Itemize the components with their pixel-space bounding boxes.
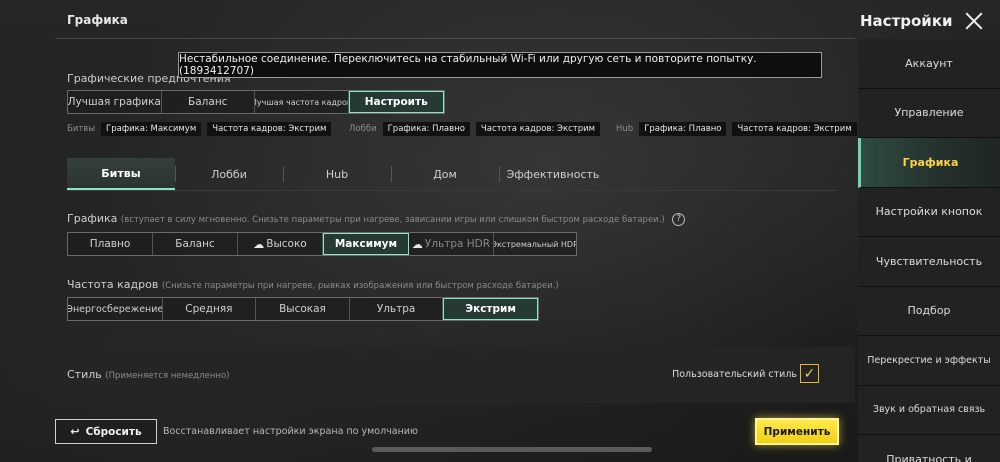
- quality-option-ultra-hdr-label: Ультра HDR: [424, 238, 491, 250]
- summary-battles-fps: Частота кадров: Экстрим: [207, 122, 332, 136]
- cloud-download-icon: ☁: [411, 237, 423, 251]
- sidebar: Аккаунт Управление Графика Настройки кно…: [858, 39, 1000, 462]
- quality-option-ultra-hdr[interactable]: ☁ Ультра HDR: [409, 233, 494, 255]
- style-bar: Стиль (Применяется немедленно) Пользоват…: [55, 347, 855, 403]
- undo-icon: ↩: [70, 425, 80, 438]
- quality-option-balance[interactable]: Баланс: [153, 233, 238, 255]
- tab-lobby[interactable]: Лобби: [175, 158, 283, 190]
- frame-rate-selector: Энергосбережение Средняя Высокая Ультра …: [67, 297, 539, 321]
- fps-option-medium[interactable]: Средняя: [163, 298, 257, 320]
- mode-tabs: Битвы Лобби Hub Дом Эффективность: [67, 158, 607, 190]
- quality-option-high[interactable]: ☁ Высоко: [238, 233, 323, 255]
- apply-button[interactable]: Применить: [755, 418, 839, 445]
- graphics-quality-selector: Плавно Баланс ☁ Высоко Максимум ☁ Ультра…: [67, 232, 577, 256]
- frame-rate-hint: (Снизьте параметры при нагреве, рывках и…: [161, 281, 559, 291]
- fps-option-power-saving[interactable]: Энергосбережение: [68, 298, 163, 320]
- frame-rate-heading: Частота кадров (Снизьте параметры при на…: [67, 278, 559, 291]
- sidebar-item-crosshair[interactable]: Перекрестие и эффекты: [858, 336, 1000, 386]
- style-label: Стиль: [67, 368, 102, 381]
- pref-option-best-graphics[interactable]: Лучшая графика: [68, 91, 162, 113]
- sidebar-item-matchmaking[interactable]: Подбор: [858, 286, 1000, 336]
- quality-option-max[interactable]: Максимум: [323, 233, 409, 255]
- sidebar-item-account[interactable]: Аккаунт: [858, 39, 1000, 89]
- pref-option-custom[interactable]: Настроить: [348, 91, 444, 113]
- quality-option-extreme-hdr[interactable]: Экстремальный HDR: [494, 233, 576, 255]
- summary-lobby: Лобби Графика: Плавно Частота кадров: Эк…: [349, 122, 601, 136]
- summary-hub-graphics: Графика: Плавно: [639, 122, 727, 136]
- fps-option-extreme[interactable]: Экстрим: [443, 298, 538, 320]
- summary-battles: Битвы Графика: Максимум Частота кадров: …: [67, 122, 332, 136]
- style-heading: Стиль (Применяется немедленно): [67, 368, 229, 381]
- help-icon[interactable]: ?: [672, 212, 686, 226]
- summary-lobby-graphics: Графика: Плавно: [382, 122, 470, 136]
- graphics-quality-heading: Графика (вступает в силу мгновенно. Сниз…: [67, 212, 686, 226]
- checkmark-icon: ✓: [803, 365, 816, 382]
- tab-battles[interactable]: Битвы: [67, 158, 175, 190]
- sidebar-item-sensitivity[interactable]: Чувствительность: [858, 237, 1000, 287]
- tab-home[interactable]: Дом: [391, 158, 499, 190]
- tabs-divider: [67, 190, 837, 191]
- home-indicator: [372, 447, 652, 452]
- summary-lobby-label: Лобби: [349, 124, 377, 134]
- connection-toast: Нестабильное соединение. Переключитесь н…: [178, 52, 822, 78]
- pref-option-balance[interactable]: Баланс: [162, 91, 255, 113]
- frame-rate-label: Частота кадров: [67, 278, 159, 291]
- custom-style-checkbox[interactable]: ✓: [800, 364, 819, 383]
- graphics-pref-selector: Лучшая графика Баланс Лучшая частота кад…: [67, 90, 445, 114]
- close-icon[interactable]: [963, 10, 985, 32]
- page-title: Графика: [67, 13, 128, 27]
- cloud-download-icon: ☁: [253, 237, 265, 251]
- tab-hub[interactable]: Hub: [283, 158, 391, 190]
- graphics-quality-label: Графика: [67, 212, 118, 225]
- quality-option-smooth[interactable]: Плавно: [68, 233, 153, 255]
- header-divider: [55, 38, 855, 39]
- style-hint: (Применяется немедленно): [105, 371, 230, 381]
- fps-option-high[interactable]: Высокая: [256, 298, 350, 320]
- pref-option-best-fps[interactable]: Лучшая частота кадров: [255, 91, 349, 113]
- custom-style-label: Пользовательский стиль: [672, 369, 797, 380]
- sidebar-item-graphics[interactable]: Графика: [858, 138, 1000, 188]
- summary-hub-label: Hub: [616, 124, 634, 134]
- graphics-quality-hint: (вступает в силу мгновенно. Снизьте пара…: [120, 215, 665, 225]
- fps-option-ultra[interactable]: Ультра: [350, 298, 444, 320]
- settings-header: Настройки: [860, 7, 1000, 35]
- reset-button-label: Сбросить: [85, 425, 142, 438]
- toast-message: Нестабильное соединение. Переключитесь н…: [179, 53, 757, 77]
- summary-hub: Hub Графика: Плавно Частота кадров: Экст…: [616, 122, 857, 136]
- summary-hub-fps: Частота кадров: Экстрим: [732, 122, 857, 136]
- settings-title: Настройки: [860, 12, 953, 30]
- sidebar-item-privacy[interactable]: Приватность и: [858, 435, 1000, 462]
- reset-button[interactable]: ↩ Сбросить: [55, 419, 157, 444]
- sidebar-item-sound[interactable]: Звук и обратная связь: [858, 385, 1000, 435]
- summary-battles-graphics: Графика: Максимум: [101, 122, 202, 136]
- sidebar-item-button-settings[interactable]: Настройки кнопок: [858, 187, 1000, 237]
- sidebar-item-controls[interactable]: Управление: [858, 88, 1000, 138]
- reset-description: Восстанавливает настройки экрана по умол…: [163, 426, 418, 437]
- summary-lobby-fps: Частота кадров: Экстрим: [475, 122, 601, 136]
- tab-efficiency[interactable]: Эффективность: [499, 158, 607, 190]
- quality-option-high-label: Высоко: [266, 238, 307, 250]
- summary-battles-label: Битвы: [67, 124, 96, 134]
